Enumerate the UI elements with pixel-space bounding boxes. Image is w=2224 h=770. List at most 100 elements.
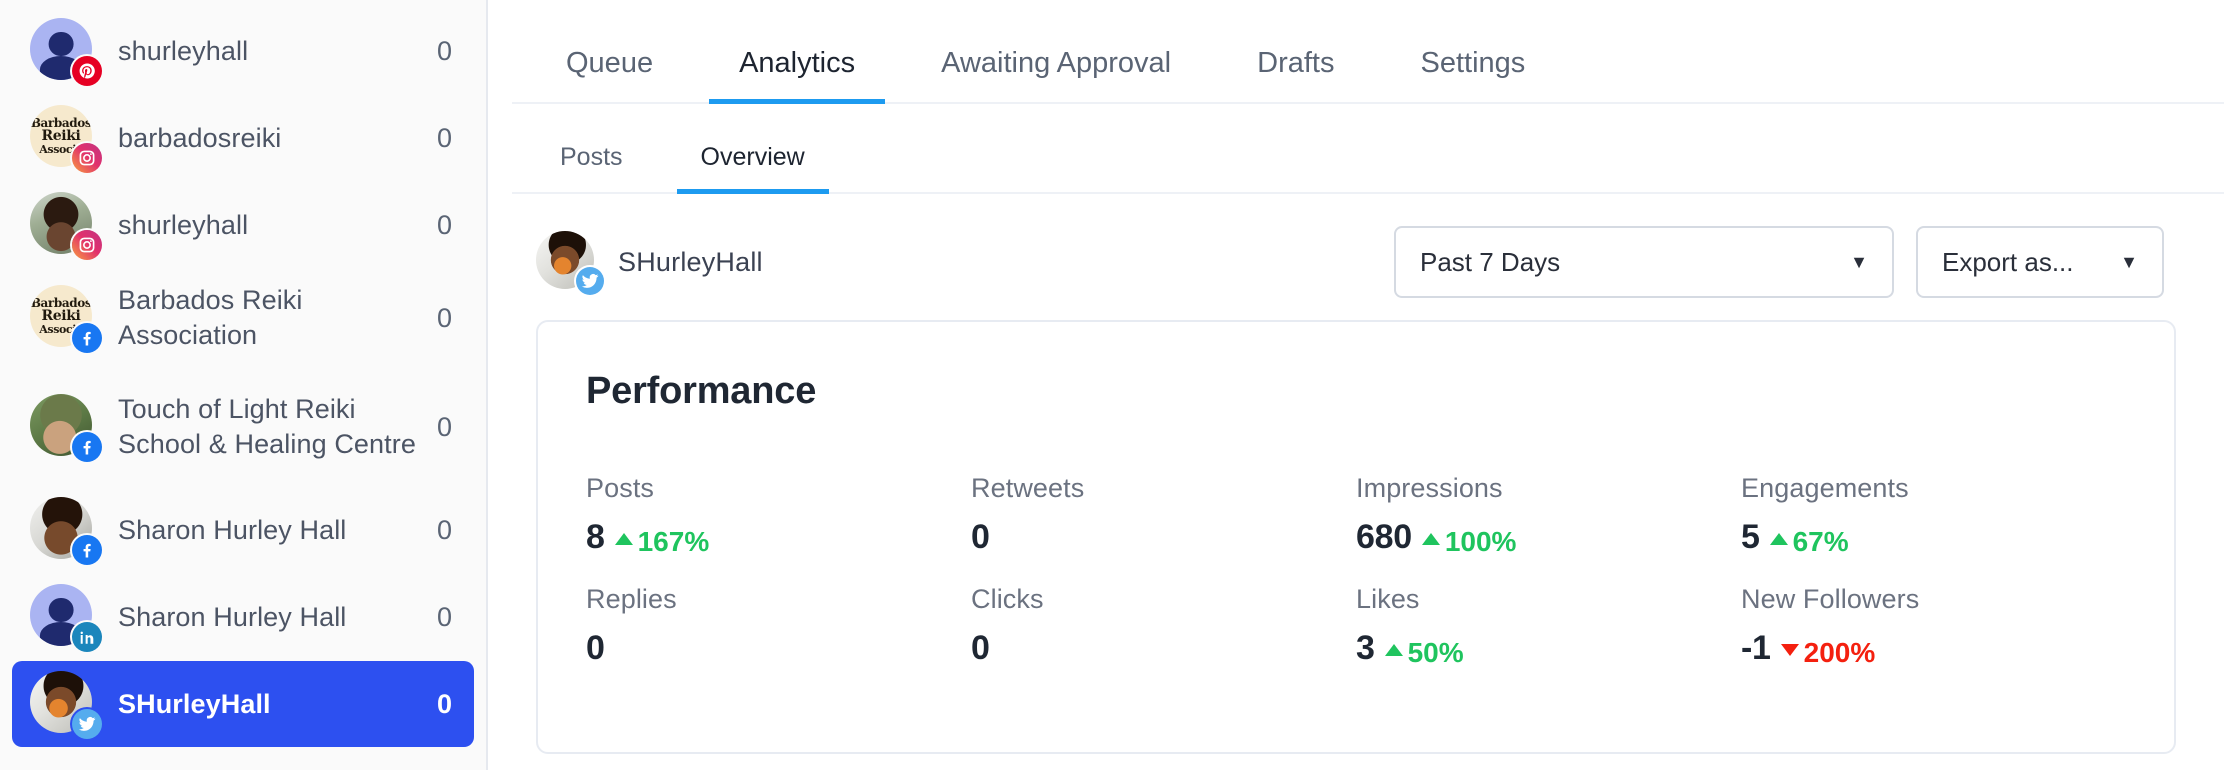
metric-delta-value: 200% bbox=[1803, 637, 1876, 668]
accounts-sidebar: shurleyhall 0 Barbados Reiki Associa barbados… bbox=[0, 0, 488, 770]
metric-value: 8 bbox=[586, 518, 605, 556]
analytics-toolbar: SHurleyHall Past 7 Days ▼ Export as... ▼ bbox=[488, 194, 2224, 298]
metric-delta: 100% bbox=[1421, 526, 1517, 558]
metric-delta-value: 67% bbox=[1792, 526, 1849, 557]
subtab-overview[interactable]: Overview bbox=[676, 143, 829, 194]
subtab-posts[interactable]: Posts bbox=[536, 143, 647, 194]
account-name: Sharon Hurley Hall bbox=[118, 514, 347, 545]
metric-value: -1 bbox=[1741, 629, 1771, 667]
metric-cell: Likes 3 50% bbox=[1356, 584, 1741, 669]
account-row[interactable]: Touch of Light Reiki School & Healing Ce… bbox=[12, 368, 474, 486]
account-count: 0 bbox=[436, 411, 452, 442]
toolbar-controls: Past 7 Days ▼ Export as... ▼ bbox=[1394, 226, 2164, 298]
metric-label: Replies bbox=[586, 584, 677, 614]
metric-value-row: 3 50% bbox=[1356, 629, 1741, 669]
tab-queue[interactable]: Queue bbox=[536, 47, 683, 104]
tab-awaiting-approval[interactable]: Awaiting Approval bbox=[911, 47, 1201, 104]
tab-drafts[interactable]: Drafts bbox=[1227, 47, 1364, 104]
twitter-icon bbox=[72, 709, 102, 739]
metric-label: New Followers bbox=[1741, 584, 1920, 614]
date-range-value: Past 7 Days bbox=[1420, 246, 1561, 277]
facebook-icon bbox=[72, 535, 102, 565]
account-row[interactable]: Barbados Reiki Associa barbadosreiki 0 bbox=[12, 95, 474, 181]
account-row[interactable]: Sharon Hurley Hall 0 bbox=[12, 487, 474, 573]
metric-value: 0 bbox=[971, 518, 990, 556]
metric-label: Clicks bbox=[971, 584, 1044, 614]
chevron-down-icon: ▼ bbox=[1850, 252, 1868, 272]
metric-delta: 67% bbox=[1769, 526, 1849, 558]
avatar: Barbados Reiki Associa bbox=[30, 105, 102, 173]
account-count: 0 bbox=[436, 688, 452, 719]
account-name: shurleyhall bbox=[118, 35, 249, 66]
metric-value: 0 bbox=[971, 629, 990, 667]
metric-value-row: -1 200% bbox=[1741, 629, 2126, 669]
primary-tabs: Queue Analytics Awaiting Approval Drafts… bbox=[488, 0, 2224, 104]
account-row[interactable]: shurleyhall 0 bbox=[12, 8, 474, 94]
account-name: Sharon Hurley Hall bbox=[118, 601, 347, 632]
metric-cell: Clicks 0 bbox=[971, 584, 1356, 669]
account-name: barbadosreiki bbox=[118, 122, 282, 153]
tab-analytics[interactable]: Analytics bbox=[709, 47, 886, 104]
date-range-select[interactable]: Past 7 Days ▼ bbox=[1394, 226, 1894, 298]
pinterest-icon bbox=[72, 56, 102, 86]
avatar bbox=[30, 584, 102, 652]
facebook-icon bbox=[72, 323, 102, 353]
metric-label: Likes bbox=[1356, 584, 1420, 614]
metric-value: 5 bbox=[1741, 518, 1760, 556]
account-row[interactable]: Barbados Reiki Associa Barbados Reiki Assoc… bbox=[12, 269, 474, 367]
account-name: Touch of Light Reiki School & Healing Ce… bbox=[118, 394, 416, 459]
chevron-down-icon: ▼ bbox=[2120, 252, 2138, 272]
arrow-down-icon bbox=[1780, 644, 1799, 656]
metric-cell: Impressions 680 100% bbox=[1356, 473, 1741, 558]
account-row[interactable]: Sharon Hurley Hall 0 bbox=[12, 574, 474, 660]
metric-value-row: 0 bbox=[971, 518, 1356, 557]
performance-card: Performance Posts 8 167% Retweets 0 Impressio… bbox=[536, 320, 2176, 754]
account-count: 0 bbox=[436, 514, 452, 545]
account-row[interactable]: SHurleyHall 0 bbox=[12, 661, 474, 747]
metric-delta: 50% bbox=[1384, 637, 1464, 669]
metric-value: 3 bbox=[1356, 629, 1375, 667]
account-count: 0 bbox=[436, 35, 452, 66]
facebook-icon bbox=[72, 432, 102, 462]
arrow-up-icon bbox=[1421, 533, 1440, 545]
arrow-up-icon bbox=[614, 533, 633, 545]
metric-label: Impressions bbox=[1356, 473, 1503, 503]
metric-value-row: 5 67% bbox=[1741, 518, 2126, 558]
instagram-icon bbox=[72, 143, 102, 173]
linkedin-icon bbox=[72, 622, 102, 652]
metric-cell: Engagements 5 67% bbox=[1741, 473, 2126, 558]
metrics-grid: Posts 8 167% Retweets 0 Impressions 680 100% Eng… bbox=[586, 473, 2126, 669]
metric-label: Posts bbox=[586, 473, 655, 503]
metric-cell: Retweets 0 bbox=[971, 473, 1356, 558]
analytics-app: shurleyhall 0 Barbados Reiki Associa barbados… bbox=[0, 0, 2224, 770]
metric-delta: 200% bbox=[1780, 637, 1876, 669]
main-panel: Queue Analytics Awaiting Approval Drafts… bbox=[488, 0, 2224, 770]
export-select[interactable]: Export as... ▼ bbox=[1916, 226, 2164, 298]
avatar bbox=[30, 497, 102, 565]
metric-value-row: 0 bbox=[971, 629, 1356, 668]
avatar bbox=[536, 231, 604, 295]
page-title: Performance bbox=[586, 370, 817, 412]
account-count: 0 bbox=[436, 302, 452, 333]
account-name: Barbados Reiki Association bbox=[118, 285, 303, 350]
metric-label: Engagements bbox=[1741, 473, 1909, 503]
tab-settings[interactable]: Settings bbox=[1390, 47, 1555, 104]
instagram-icon bbox=[72, 230, 102, 260]
metric-cell: Replies 0 bbox=[586, 584, 971, 669]
account-name: shurleyhall bbox=[118, 209, 249, 240]
metric-delta: 167% bbox=[614, 526, 709, 558]
avatar bbox=[30, 192, 102, 260]
avatar: Barbados Reiki Associa bbox=[30, 285, 102, 353]
metric-cell: Posts 8 167% bbox=[586, 473, 971, 558]
account-row[interactable]: shurleyhall 0 bbox=[12, 182, 474, 268]
account-count: 0 bbox=[436, 209, 452, 240]
metric-cell: New Followers -1 200% bbox=[1741, 584, 2126, 669]
metric-delta-value: 50% bbox=[1407, 637, 1464, 668]
metric-delta-value: 100% bbox=[1444, 526, 1517, 557]
avatar bbox=[30, 18, 102, 86]
metric-label: Retweets bbox=[971, 473, 1085, 503]
arrow-up-icon bbox=[1769, 533, 1788, 545]
arrow-up-icon bbox=[1384, 644, 1403, 656]
avatar bbox=[30, 671, 102, 739]
metric-value: 0 bbox=[586, 629, 605, 667]
